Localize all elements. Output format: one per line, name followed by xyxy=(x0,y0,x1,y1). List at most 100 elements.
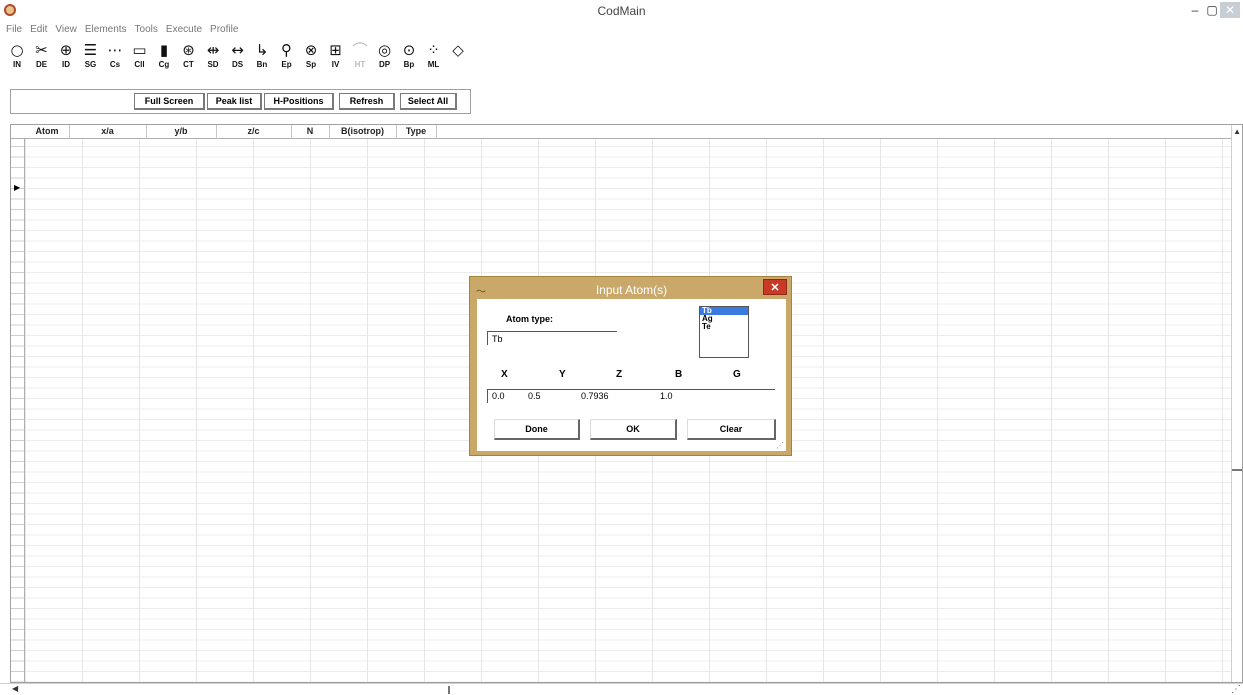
dialog-close-button[interactable]: ✕ xyxy=(763,279,787,295)
tool-id-button[interactable]: ⊕ ID xyxy=(55,42,77,76)
window-title: CodMain xyxy=(597,4,646,18)
maximize-button[interactable]: ▢ xyxy=(1204,2,1220,18)
tool-label: Cs xyxy=(109,60,121,69)
select-all-button[interactable]: Select All xyxy=(400,93,457,110)
tool-label: SD xyxy=(207,60,219,69)
tool-view-button[interactable]: ◇ xyxy=(447,42,469,76)
dialog-title: Input Atom(s) xyxy=(595,283,668,297)
tool-label: DE xyxy=(35,60,48,69)
coord-value-z: 0.7936 xyxy=(581,391,609,401)
menu-bar: File Edit View Elements Tools Execute Pr… xyxy=(0,22,242,38)
menu-elements[interactable]: Elements xyxy=(81,22,131,38)
tool-label: Sp xyxy=(305,60,317,69)
coord-label-b: B xyxy=(675,369,683,380)
coord-value-y: 0.5 xyxy=(528,391,541,401)
button-bar: Full Screen Peak list H-Positions Refres… xyxy=(10,89,471,114)
menu-view[interactable]: View xyxy=(51,22,81,38)
sp-tool-icon: ⊗ xyxy=(304,41,318,59)
coord-value-b: 1.0 xyxy=(660,391,673,401)
column-header-atom[interactable]: Atom xyxy=(25,125,70,139)
tool-cell-button[interactable]: ▭ Cll xyxy=(129,42,151,76)
coord-label-z: Z xyxy=(616,369,623,380)
refresh-button[interactable]: Refresh xyxy=(339,93,395,110)
tool-sp-button[interactable]: ⊗ Sp xyxy=(300,42,322,76)
tool-ml-button[interactable]: ⁘ ML xyxy=(423,42,445,76)
row-header-column[interactable] xyxy=(11,125,25,682)
resize-grip-icon[interactable]: ⋰ xyxy=(1231,684,1241,695)
vertical-scroll-thumb[interactable] xyxy=(1232,469,1242,471)
horizontal-scroll-thumb[interactable] xyxy=(448,686,450,694)
cs-tool-icon: ⋯ xyxy=(107,41,123,59)
dialog-body: Atom type: Tb Ag Te X Y Z B G 0.0 0.5 0.… xyxy=(477,299,786,451)
scissors-icon: ✂ xyxy=(35,41,48,59)
scroll-left-arrow-icon[interactable]: ◀ xyxy=(12,684,18,693)
tool-cg-button[interactable]: ▮ Cg xyxy=(153,42,175,76)
menu-edit[interactable]: Edit xyxy=(26,22,51,38)
tool-label: Bp xyxy=(403,60,415,69)
done-button[interactable]: Done xyxy=(494,419,580,440)
tool-de-button[interactable]: ✂ DE xyxy=(31,42,53,76)
element-option-te[interactable]: Te xyxy=(700,323,748,331)
tool-ep-button[interactable]: ⚲ Ep xyxy=(276,42,298,76)
peak-list-button[interactable]: Peak list xyxy=(207,93,262,110)
minimize-button[interactable]: – xyxy=(1186,2,1204,18)
tool-ct-button[interactable]: ⊛ CT xyxy=(178,42,200,76)
ct-tool-icon: ⊛ xyxy=(182,41,195,59)
ds-tool-icon: ↔ xyxy=(231,41,244,59)
tool-label: DS xyxy=(231,60,244,69)
tool-bn-button[interactable]: ↳ Bn xyxy=(251,42,273,76)
coord-value-x: 0.0 xyxy=(492,391,505,401)
tool-iv-button[interactable]: ⊞ IV xyxy=(325,42,347,76)
cell-tool-icon: ▭ xyxy=(132,41,147,59)
ep-tool-icon: ⚲ xyxy=(281,41,292,59)
column-header-y[interactable]: y/b xyxy=(146,125,217,139)
column-header-type[interactable]: Type xyxy=(396,125,437,139)
full-screen-button[interactable]: Full Screen xyxy=(134,93,205,110)
tool-label: CT xyxy=(183,60,194,69)
scroll-up-arrow-icon[interactable]: ▲ xyxy=(1233,127,1241,136)
tool-sd-button[interactable]: ⇹ SD xyxy=(202,42,224,76)
horizontal-scrollbar[interactable]: ◀ ⋰ xyxy=(0,683,1243,695)
tool-label: Cll xyxy=(134,60,145,69)
toolbar: ○ IN ✂ DE ⊕ ID ☰ SG ⋯ Cs ▭ Cll ▮ Cg ⊛ CT ⇹ SD ↔ DS… xyxy=(0,42,472,76)
title-bar: CodMain – ▢ ✕ xyxy=(0,0,1243,22)
h-positions-button[interactable]: H-Positions xyxy=(264,93,334,110)
coord-label-y: Y xyxy=(559,369,566,380)
tool-label: DP xyxy=(378,60,391,69)
bp-tool-icon: ⊙ xyxy=(402,41,416,59)
column-header-b-isotrop[interactable]: B(isotrop) xyxy=(329,125,397,139)
column-header-n[interactable]: N xyxy=(291,125,330,139)
tool-bp-button[interactable]: ⊙ Bp xyxy=(398,42,420,76)
element-listbox[interactable]: Tb Ag Te xyxy=(699,306,749,358)
clear-button[interactable]: Clear xyxy=(687,419,776,440)
id-tool-icon: ⊕ xyxy=(59,41,73,59)
tool-ht-button[interactable]: ⌒ HT xyxy=(349,42,371,76)
sd-tool-icon: ⇹ xyxy=(206,41,220,59)
atom-type-label: Atom type: xyxy=(506,314,553,324)
coord-label-x: X xyxy=(501,369,508,380)
tool-in-button[interactable]: ○ IN xyxy=(6,42,28,76)
tool-ds-button[interactable]: ↔ DS xyxy=(227,42,249,76)
dialog-resize-grip-icon[interactable]: ⋰ xyxy=(776,441,784,450)
coord-label-g: G xyxy=(733,369,741,380)
vertical-scrollbar[interactable]: ▲ xyxy=(1231,125,1242,682)
tool-label: SG xyxy=(84,60,97,69)
tool-label: ML xyxy=(427,60,440,69)
tool-label: IN xyxy=(13,60,21,69)
tool-sg-button[interactable]: ☰ SG xyxy=(80,42,102,76)
menu-file[interactable]: File xyxy=(2,22,26,38)
tool-dp-button[interactable]: ◎ DP xyxy=(374,42,396,76)
coordinates-input[interactable]: 0.0 0.5 0.7936 1.0 xyxy=(487,389,775,403)
column-header-z[interactable]: z/c xyxy=(216,125,292,139)
atom-type-input[interactable] xyxy=(487,331,617,345)
menu-tools[interactable]: Tools xyxy=(131,22,162,38)
close-button[interactable]: ✕ xyxy=(1220,2,1240,18)
diamond-icon: ◇ xyxy=(452,41,464,59)
tool-label: HT xyxy=(354,60,366,69)
ok-button[interactable]: OK xyxy=(590,419,677,440)
current-row-indicator-icon: ▶ xyxy=(14,183,21,192)
menu-profile[interactable]: Profile xyxy=(206,22,242,38)
menu-execute[interactable]: Execute xyxy=(162,22,206,38)
tool-cs-button[interactable]: ⋯ Cs xyxy=(104,42,126,76)
column-header-x[interactable]: x/a xyxy=(69,125,147,139)
